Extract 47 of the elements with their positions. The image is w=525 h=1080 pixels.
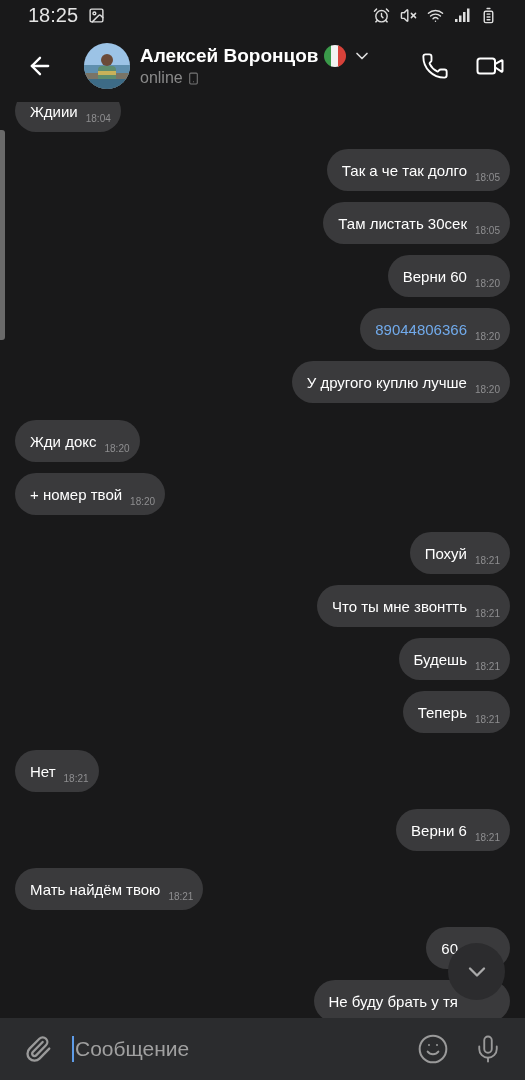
message-time: 18:20: [474, 330, 500, 342]
online-status: online: [140, 69, 183, 87]
smiley-icon: [417, 1033, 449, 1065]
message-text: 60: [441, 939, 458, 957]
message-text: У другого куплю лучше: [306, 373, 467, 391]
composer-bar[interactable]: Сообщение: [0, 1018, 525, 1080]
message-time: 18:21: [474, 831, 500, 843]
phone-icon: [421, 52, 449, 80]
message-time: 18:05: [474, 171, 500, 183]
message-text: Что ты мне звонтть: [331, 597, 467, 615]
mute-icon: [400, 6, 417, 24]
message-text: Ждиии: [30, 102, 78, 120]
message-text: Так а че так долго: [341, 161, 467, 179]
status-time: 18:25: [28, 3, 79, 27]
message-time: 18:21: [474, 607, 500, 619]
message-time: 18:20: [474, 277, 500, 289]
message-time: 18:21: [63, 772, 89, 784]
message-time: 18:21: [474, 554, 500, 566]
message-text: + номер твой: [30, 485, 123, 503]
message-time: 18:21: [474, 713, 500, 725]
message-time: 18:20: [474, 383, 500, 395]
message-text: Теперь: [417, 703, 467, 721]
message-time: 18:05: [474, 224, 500, 236]
message-text: Похуй: [424, 544, 467, 562]
alarm-icon: [373, 6, 390, 24]
message-input[interactable]: Сообщение: [72, 1036, 397, 1062]
image-icon: [88, 6, 106, 24]
message-time: 18:20: [130, 495, 156, 507]
contact-name[interactable]: Алексей Воронцов: [140, 45, 319, 67]
message-text: Там листать 30сек: [338, 214, 467, 232]
message-text: Мать найдём твою: [30, 880, 161, 898]
message-text: Жди докс: [30, 432, 97, 450]
paperclip-icon: [24, 1035, 52, 1063]
message-text: Верни 6: [411, 821, 467, 839]
message-text: Не буду брать у тя: [328, 992, 458, 1010]
message-time: 18:20: [104, 442, 130, 454]
flag-icon: [324, 45, 347, 67]
phone-link[interactable]: 89044806366: [375, 320, 467, 338]
message-time: 18:21: [474, 660, 500, 672]
message-text: Нет: [30, 762, 56, 780]
phone-device-icon: [186, 71, 200, 85]
message-text: Будешь: [413, 650, 467, 668]
signal-icon: [454, 7, 470, 23]
scrollbar[interactable]: [0, 130, 5, 340]
message-time: 18:21: [168, 890, 194, 902]
message-time: 18:04: [85, 112, 111, 124]
message-text: Верни 60: [402, 267, 467, 285]
